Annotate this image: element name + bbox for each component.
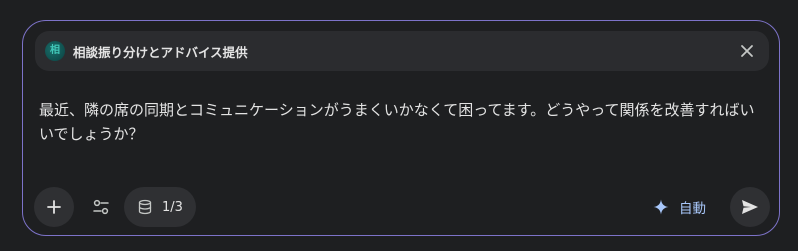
gem-avatar: 相 (45, 41, 65, 61)
sparkle-icon (653, 199, 669, 215)
prompt-composer: 相 相談振り分けとアドバイス提供 最近、隣の席の同期とコミュニケーションがうまく… (22, 20, 780, 236)
send-icon (742, 200, 758, 214)
sources-button[interactable]: 1/3 (124, 187, 196, 227)
prompt-input[interactable]: 最近、隣の席の同期とコミュニケーションがうまくいかなくて困ってます。どうやって関… (39, 98, 765, 146)
send-button[interactable] (730, 187, 770, 227)
selected-gem-chip: 相 相談振り分けとアドバイス提供 (35, 31, 769, 71)
source-count: 1/3 (162, 199, 183, 215)
tools-button[interactable] (89, 195, 113, 219)
gem-name: 相談振り分けとアドバイス提供 (73, 45, 248, 60)
close-icon (741, 45, 753, 57)
remove-gem-button[interactable] (735, 39, 759, 63)
mode-selector-button[interactable]: 自動 (653, 195, 706, 219)
database-icon (137, 199, 153, 215)
add-button[interactable] (34, 187, 74, 227)
plus-icon (47, 200, 61, 214)
tune-icon (93, 199, 109, 215)
mode-label: 自動 (679, 201, 706, 217)
